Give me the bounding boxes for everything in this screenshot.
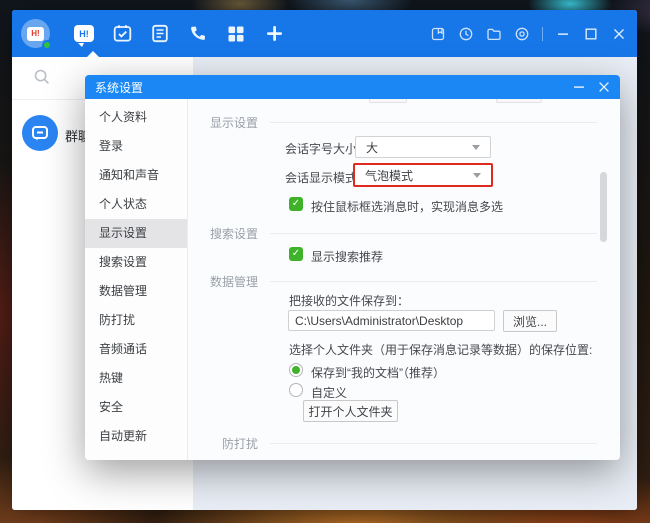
search-recommend-checkbox-checked[interactable]: ✓ [289,247,303,261]
search-icon [33,68,51,86]
toolbar-tabs: H! [74,24,284,44]
add-tab-icon[interactable] [264,24,284,44]
display-mode-dropdown-highlighted[interactable]: 气泡模式 [353,163,493,187]
radio-my-documents-selected[interactable] [289,363,303,377]
group-chat-avatar-icon [22,115,58,151]
minimize-button[interactable] [555,26,571,42]
calendar-tab-icon[interactable] [112,24,132,44]
multiselect-checkbox-checked[interactable]: ✓ [289,197,303,211]
dialog-title: 系统设置 [95,79,143,96]
nav-item-dnd[interactable]: 防打扰 [85,306,187,335]
nav-item-display[interactable]: 显示设置 [85,219,187,248]
save-path-label: 把接收的文件保存到： [289,292,409,309]
nav-item-audio[interactable]: 音频通话 [85,335,187,364]
scrollbar-thumb[interactable] [600,172,607,242]
section-header-data: 数据管理 [189,274,597,288]
scrolled-button-stub [369,99,407,103]
section-header-search: 搜索设置 [189,226,597,240]
apps-grid-tab-icon[interactable] [226,24,246,44]
nav-item-hotkeys[interactable]: 热键 [85,364,187,393]
radio-custom[interactable] [289,383,303,397]
section-header-dnd: 防打扰 [189,436,597,450]
font-size-dropdown[interactable]: 大 [355,136,491,158]
dialog-close-button[interactable] [596,79,612,95]
nav-item-profile[interactable]: 个人资料 [85,103,187,132]
nav-item-login[interactable]: 登录 [85,132,187,161]
avatar-logo: H! [27,27,44,41]
notes-tab-icon[interactable] [150,24,170,44]
save-path-input[interactable] [288,310,495,331]
nav-item-update[interactable]: 自动更新 [85,422,187,451]
nav-item-status[interactable]: 个人状态 [85,190,187,219]
close-button[interactable] [611,26,627,42]
chevron-down-icon [473,173,481,178]
section-header-display: 显示设置 [189,115,597,129]
multiselect-checkbox-label[interactable]: 按住鼠标框选消息时，实现消息多选 [311,198,503,215]
system-settings-dialog: 系统设置 个人资料 登录 通知和声音 个人状态 显示设置 搜索设置 数据管理 防… [85,75,620,460]
messages-tab-icon[interactable]: H! [74,24,94,44]
dialog-minimize-button[interactable] [571,79,587,95]
dialog-titlebar[interactable]: 系统设置 [85,75,620,99]
search-recommend-checkbox-label[interactable]: 显示搜索推荐 [311,248,383,265]
radio-my-documents-label[interactable]: 保存到“我的文档”（推荐） [311,364,445,381]
main-toolbar: H! H! [12,10,637,57]
toolbar-right-icons [430,26,627,42]
nav-item-security[interactable]: 安全 [85,393,187,422]
history-icon[interactable] [458,26,474,42]
online-status-dot [42,40,52,50]
radio-custom-label[interactable]: 自定义 [311,384,347,401]
target-icon[interactable] [514,26,530,42]
device-icon[interactable] [430,26,446,42]
toolbar-separator [542,27,543,41]
nav-item-data[interactable]: 数据管理 [85,277,187,306]
maximize-button[interactable] [583,26,599,42]
phone-tab-icon[interactable] [188,24,208,44]
settings-nav: 个人资料 登录 通知和声音 个人状态 显示设置 搜索设置 数据管理 防打扰 音频… [85,99,188,460]
settings-content: 显示设置 会话字号大小为 大 会话显示模式为 气泡模式 ✓ 按住鼠标框选消息时，… [189,99,620,460]
chevron-down-icon [472,145,480,150]
open-personal-folder-button[interactable]: 打开个人文件夹 [303,400,398,422]
browse-button[interactable]: 浏览... [503,310,557,332]
folder-location-label: 选择个人文件夹（用于保存消息记录等数据）的保存位置: [289,341,592,358]
scrolled-button-stub [496,99,542,103]
nav-item-notifications[interactable]: 通知和声音 [85,161,187,190]
folder-icon[interactable] [486,26,502,42]
user-avatar[interactable]: H! [21,19,50,48]
nav-item-search[interactable]: 搜索设置 [85,248,187,277]
